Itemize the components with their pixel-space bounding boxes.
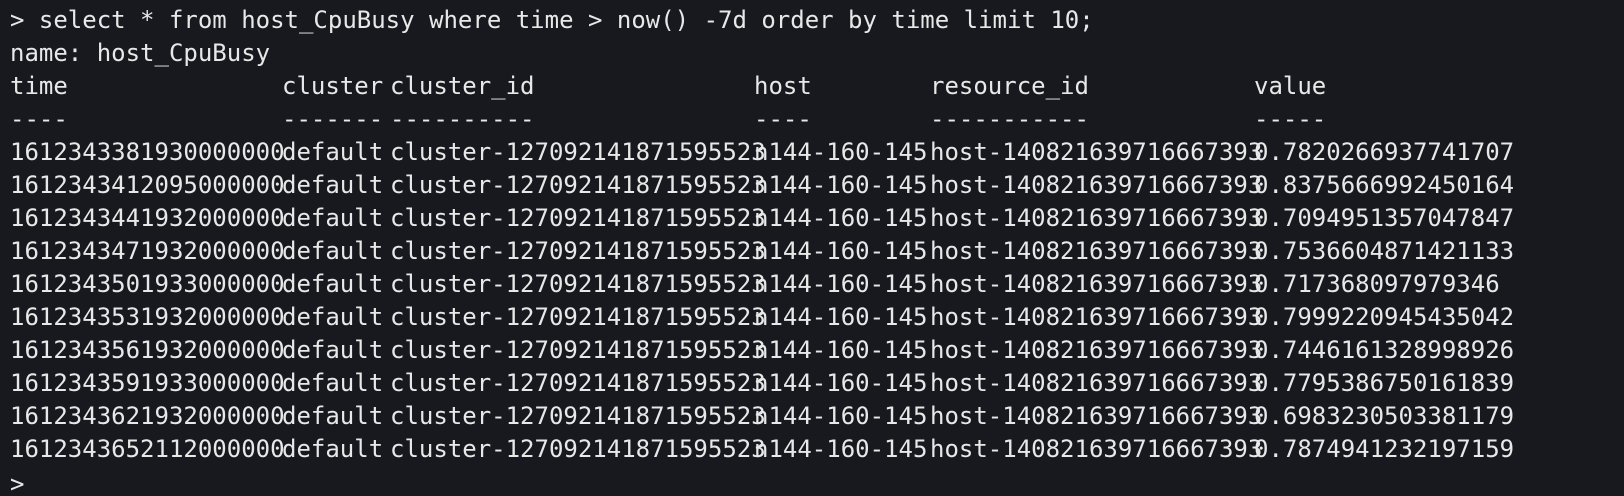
- cell-value: 0.7094951357047847: [1254, 204, 1515, 232]
- cell-cluster: default: [282, 303, 384, 331]
- header-time: time: [10, 72, 68, 100]
- cell-host: n144-160-145: [754, 303, 928, 331]
- cell-resource-id: host-140821639716667393: [930, 336, 1263, 364]
- table-row: 1612343621932000000 default cluster-127092…: [10, 400, 1624, 433]
- cell-resource-id: host-140821639716667393: [930, 270, 1263, 298]
- cell-host: n144-160-145: [754, 237, 928, 265]
- table-body: 1612343381930000000 default cluster-127092…: [10, 136, 1624, 466]
- cell-host: n144-160-145: [754, 270, 928, 298]
- cell-resource-id: host-140821639716667393: [930, 435, 1263, 463]
- cell-cluster-id: cluster-127092141871595523: [390, 138, 766, 166]
- separator-time: ----: [10, 105, 68, 133]
- table-header-row: time cluster cluster_id host resource_id…: [10, 70, 1624, 103]
- table-row: 1612343501933000000 default cluster-127092…: [10, 268, 1624, 301]
- cell-cluster-id: cluster-127092141871595523: [390, 336, 766, 364]
- cell-resource-id: host-140821639716667393: [930, 204, 1263, 232]
- cell-cluster-id: cluster-127092141871595523: [390, 237, 766, 265]
- cell-cluster-id: cluster-127092141871595523: [390, 303, 766, 331]
- cell-time: 1612343412095000000: [10, 171, 285, 199]
- cell-time: 1612343441932000000: [10, 204, 285, 232]
- table-row: 1612343591933000000 default cluster-127092…: [10, 367, 1624, 400]
- cell-host: n144-160-145: [754, 402, 928, 430]
- cell-time: 1612343561932000000: [10, 336, 285, 364]
- cell-cluster: default: [282, 171, 384, 199]
- prompt[interactable]: >: [10, 468, 24, 496]
- table-row: 1612343441932000000 default cluster-127092…: [10, 202, 1624, 235]
- separator-host: ----: [754, 105, 812, 133]
- cell-time: 1612343501933000000: [10, 270, 285, 298]
- cell-time: 1612343621932000000: [10, 402, 285, 430]
- cell-resource-id: host-140821639716667393: [930, 303, 1263, 331]
- cell-cluster-id: cluster-127092141871595523: [390, 270, 766, 298]
- cell-resource-id: host-140821639716667393: [930, 369, 1263, 397]
- separator-cluster-id: ----------: [390, 105, 535, 133]
- table-row: 1612343471932000000 default cluster-127092…: [10, 235, 1624, 268]
- cell-value: 0.7446161328998926: [1254, 336, 1515, 364]
- cell-cluster-id: cluster-127092141871595523: [390, 171, 766, 199]
- cell-cluster: default: [282, 237, 384, 265]
- cell-cluster: default: [282, 402, 384, 430]
- table-row: 1612343381930000000 default cluster-127092…: [10, 136, 1624, 169]
- cell-time: 1612343471932000000: [10, 237, 285, 265]
- cell-time: 1612343652112000000: [10, 435, 285, 463]
- cell-cluster: default: [282, 369, 384, 397]
- cell-cluster: default: [282, 336, 384, 364]
- cell-value: 0.7999220945435042: [1254, 303, 1515, 331]
- series-name: name: host_CpuBusy: [10, 39, 271, 67]
- cell-cluster: default: [282, 435, 384, 463]
- command-line: > select * from host_CpuBusy where time …: [10, 6, 1094, 34]
- table-separator-row: ---- ------- ---------- ---- -----------…: [10, 103, 1624, 136]
- cell-host: n144-160-145: [754, 204, 928, 232]
- cell-cluster-id: cluster-127092141871595523: [390, 204, 766, 232]
- cell-value: 0.7820266937741707: [1254, 138, 1515, 166]
- terminal-window[interactable]: > select * from host_CpuBusy where time …: [0, 0, 1624, 496]
- cell-host: n144-160-145: [754, 369, 928, 397]
- cell-host: n144-160-145: [754, 435, 928, 463]
- header-cluster: cluster: [282, 72, 384, 100]
- header-host: host: [754, 72, 812, 100]
- header-resource-id: resource_id: [930, 72, 1089, 100]
- cell-resource-id: host-140821639716667393: [930, 237, 1263, 265]
- cell-resource-id: host-140821639716667393: [930, 402, 1263, 430]
- separator-value: -----: [1254, 105, 1327, 133]
- cell-cluster-id: cluster-127092141871595523: [390, 435, 766, 463]
- cell-value: 0.717368097979346: [1254, 270, 1500, 298]
- cell-time: 1612343591933000000: [10, 369, 285, 397]
- cell-cluster-id: cluster-127092141871595523: [390, 369, 766, 397]
- cell-value: 0.8375666992450164: [1254, 171, 1515, 199]
- cell-host: n144-160-145: [754, 138, 928, 166]
- cell-time: 1612343381930000000: [10, 138, 285, 166]
- cell-cluster: default: [282, 204, 384, 232]
- cell-value: 0.7536604871421133: [1254, 237, 1515, 265]
- cell-cluster: default: [282, 138, 384, 166]
- cell-host: n144-160-145: [754, 171, 928, 199]
- cell-resource-id: host-140821639716667393: [930, 138, 1263, 166]
- table-row: 1612343652112000000 default cluster-127092…: [10, 433, 1624, 466]
- cell-resource-id: host-140821639716667393: [930, 171, 1263, 199]
- separator-resource-id: -----------: [930, 105, 1089, 133]
- table-row: 1612343412095000000 default cluster-127092…: [10, 169, 1624, 202]
- cell-cluster: default: [282, 270, 384, 298]
- cell-value: 0.7874941232197159: [1254, 435, 1515, 463]
- cell-cluster-id: cluster-127092141871595523: [390, 402, 766, 430]
- cell-value: 0.7795386750161839: [1254, 369, 1515, 397]
- table-row: 1612343531932000000 default cluster-127092…: [10, 301, 1624, 334]
- cell-host: n144-160-145: [754, 336, 928, 364]
- header-value: value: [1254, 72, 1327, 100]
- separator-cluster: -------: [282, 105, 384, 133]
- cell-value: 0.6983230503381179: [1254, 402, 1515, 430]
- table-row: 1612343561932000000 default cluster-127092…: [10, 334, 1624, 367]
- header-cluster-id: cluster_id: [390, 72, 535, 100]
- cell-time: 1612343531932000000: [10, 303, 285, 331]
